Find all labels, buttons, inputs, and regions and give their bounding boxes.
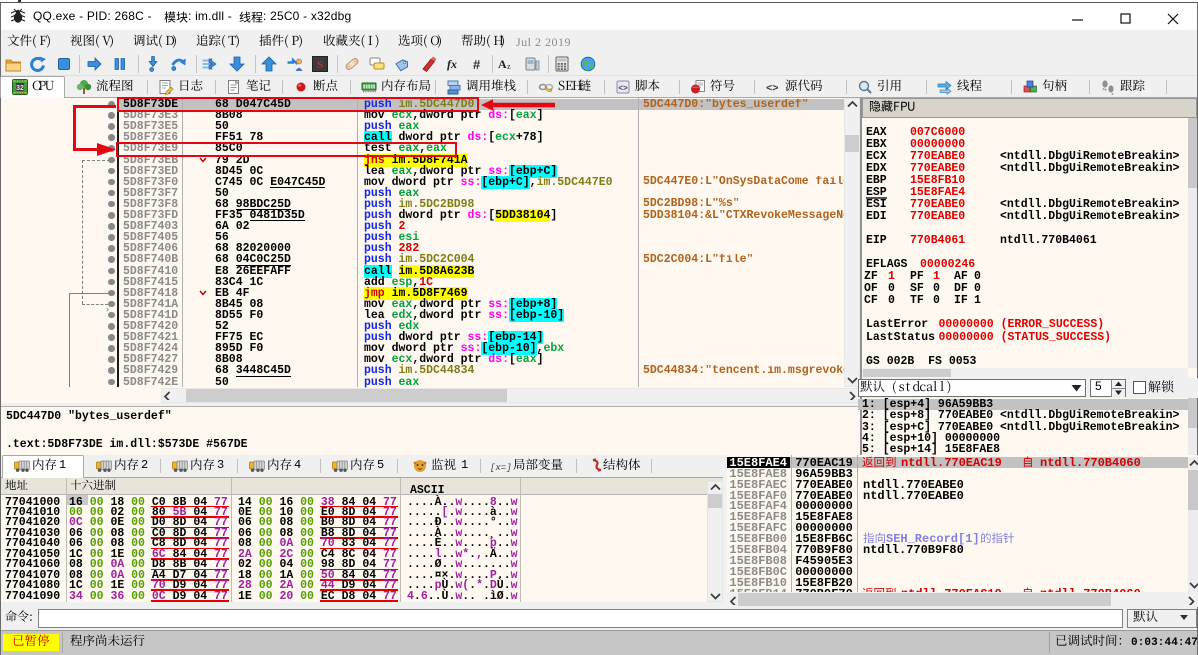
svg-text:<>: <>: [618, 85, 628, 94]
svg-text:z: z: [507, 62, 511, 71]
svg-text:<>: <>: [766, 83, 779, 95]
svg-text:S: S: [317, 59, 323, 71]
svg-text:fx: fx: [447, 57, 457, 71]
svg-text:32: 32: [16, 85, 24, 92]
svg-text:#: #: [473, 57, 481, 72]
svg-text:A: A: [498, 57, 507, 71]
